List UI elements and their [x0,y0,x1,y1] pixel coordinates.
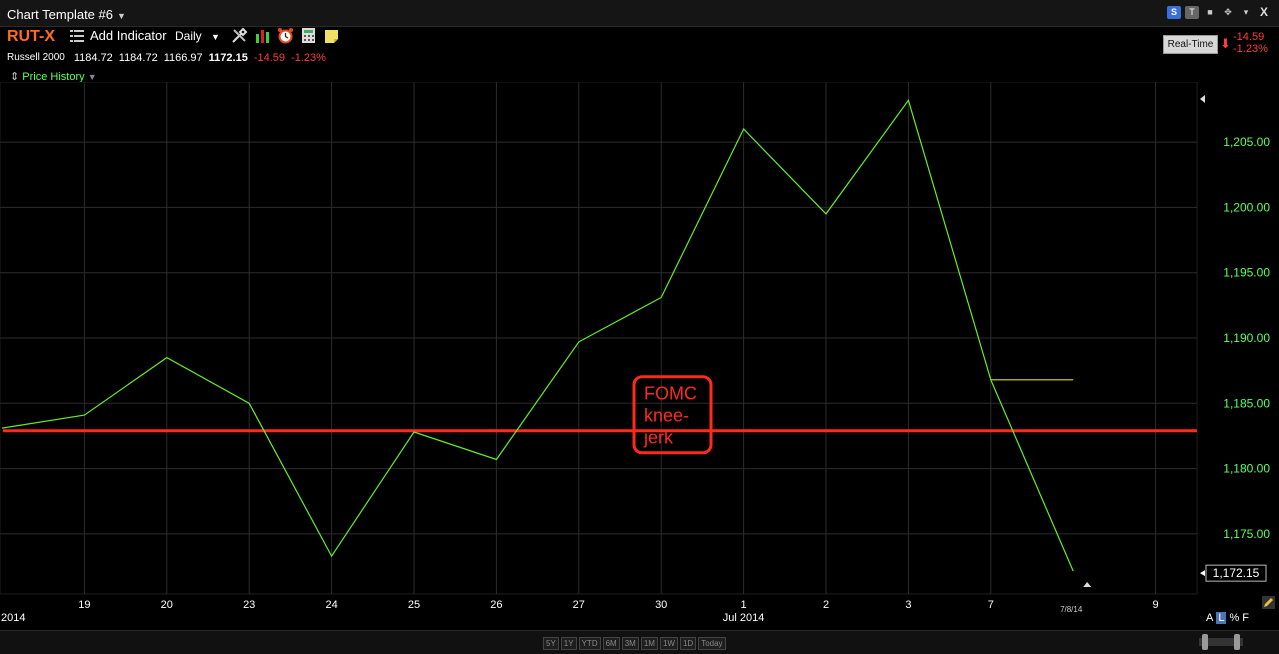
chevron-down-icon: ▼ [211,32,220,42]
window-title-text: Chart Template #6 [7,7,113,22]
list-icon [70,29,84,42]
x-tick-label: 9 [1153,599,1159,611]
x-sublabel: 2014 [1,612,25,624]
calculator-icon[interactable] [300,27,317,44]
quote-open: 1184.72 [73,52,113,64]
chevron-down-icon: ▼ [87,72,97,82]
x-tick-label: 30 [655,599,667,611]
note-icon[interactable] [323,27,340,44]
range-1d[interactable]: 1D [679,637,697,650]
x-tick-label: 1 [741,599,747,611]
annotation-text: FOMC [644,384,697,404]
scale-mode-a[interactable]: A [1206,612,1213,624]
chevron-down-icon[interactable]: ▾ [1239,6,1253,19]
scale-mode-f[interactable]: F [1242,612,1249,624]
x-tick-label: 25 [408,599,420,611]
down-arrow-icon: ⬇ [1220,36,1231,51]
range-3m[interactable]: 3M [621,637,639,650]
move-icon[interactable]: ✥ [1221,6,1235,19]
zoom-slider[interactable] [1199,633,1243,651]
range-today[interactable]: Today [698,637,726,650]
y-tick-label: 1,185.00 [1223,396,1270,410]
realtime-change: -14.59 -1.23% [1233,31,1268,55]
pencil-icon[interactable] [1262,596,1275,609]
toolbar-icons [231,27,340,44]
range-1m[interactable]: 1M [640,637,658,650]
quote-low: 1166.97 [163,52,203,64]
range-1w[interactable]: 1W [659,637,678,650]
range-5y[interactable]: 5Y [543,637,559,650]
realtime-change-value: -14.59 [1233,31,1265,43]
close-icon[interactable]: X [1257,6,1271,19]
price-chart[interactable]: 19 20 23 24 25 26 27 30 1 2 3 7 92014 Jul 20147/8/141… [0,82,1279,630]
range-ytd[interactable]: YTD [578,637,601,650]
x-tick-label: 26 [490,599,502,611]
save-icon[interactable]: ■ [1203,6,1217,19]
share-icon[interactable]: S [1167,6,1181,19]
x-sublabel: Jul 2014 [723,612,765,624]
instrument-name: Russell 2000 [7,52,65,63]
scale-mode-pct[interactable]: % [1229,612,1239,624]
realtime-button[interactable]: Real-Time [1163,35,1218,54]
x-tick-label: 2 [823,599,829,611]
x-tick-label: 24 [325,599,337,611]
x-tick-label: 27 [573,599,585,611]
chart-toolbar: RUT-X Add Indicator Daily ▼ [0,26,1279,48]
quote-high: 1184.72 [118,52,158,64]
last-price-label: 1,172.15 [1213,566,1260,580]
realtime-change-pct: -1.23% [1233,43,1268,55]
x-tick-label: 23 [243,599,255,611]
quote-change: -14.59 [253,52,286,64]
range-bar: 5Y 1Y YTD 6M 3M 1M 1W 1D Today [0,630,1279,654]
range-6m[interactable]: 6M [602,637,620,650]
title-bar: Chart Template #6 ▼ S T ■ ✥ ▾ X [0,0,1279,27]
window-controls: S T ■ ✥ ▾ X [1167,6,1271,19]
add-indicator-button[interactable]: Add Indicator [70,28,167,43]
x-tick-label: 20 [161,599,173,611]
chevron-down-icon[interactable]: ▼ [117,11,126,21]
window-title[interactable]: Chart Template #6 ▼ [7,7,126,22]
y-tick-label: 1,180.00 [1223,462,1270,476]
annotation-text: knee- [644,406,689,426]
last-price-pointer [1200,570,1205,577]
tv-icon[interactable]: T [1185,6,1199,19]
y-tick-label: 1,200.00 [1223,200,1270,214]
annotation-text: jerk [643,428,674,448]
range-buttons: 5Y 1Y YTD 6M 3M 1M 1W 1D Today [543,637,726,650]
period-select[interactable]: Daily ▼ [175,29,220,43]
x-tick-label: 3 [905,599,911,611]
y-tick-label: 1,175.00 [1223,527,1270,541]
quote-pct: -1.23% [291,52,326,64]
symbol-input[interactable]: RUT-X [7,28,55,46]
scale-modes: A L % F [1206,612,1249,624]
y-tick-label: 1,195.00 [1223,266,1270,280]
period-label: Daily [175,29,202,43]
chart-type-icon[interactable] [254,27,271,44]
quote-row: Russell 2000 1184.72 1184.72 1166.97 117… [7,52,326,64]
x-tick-label: 19 [78,599,90,611]
y-tick-label: 1,190.00 [1223,331,1270,345]
add-indicator-label: Add Indicator [90,28,167,43]
scale-mode-l[interactable]: L [1216,612,1227,624]
alarm-icon[interactable] [277,27,294,44]
quote-last: 1172.15 [208,52,248,64]
x-tick-label: 7 [988,599,994,611]
y-tick-label: 1,205.00 [1223,135,1270,149]
settings-icon[interactable] [231,27,248,44]
range-1y[interactable]: 1Y [560,637,577,650]
date-marker-label: 7/8/14 [1060,605,1083,614]
scroll-left-icon [1200,95,1205,103]
